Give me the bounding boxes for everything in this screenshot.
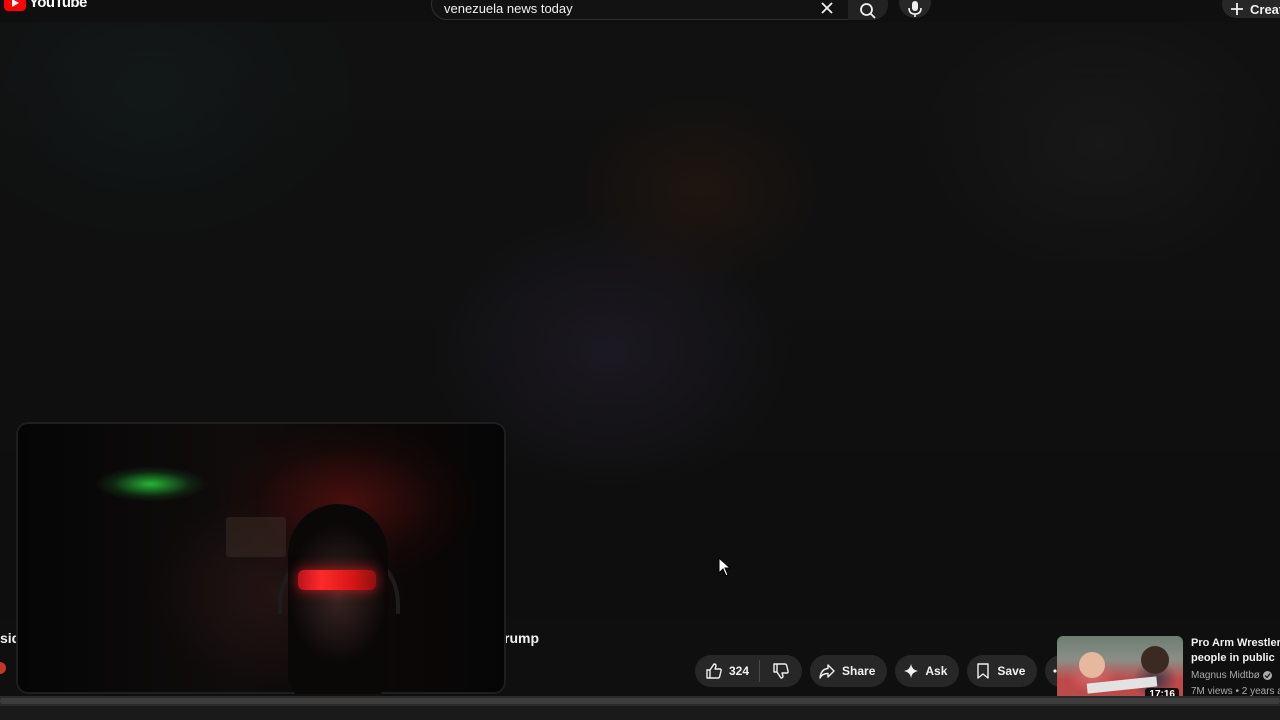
thumb-up-icon [706,663,722,679]
webcam-overlay [16,422,506,694]
plus-icon [1231,3,1243,15]
recommended-title-line: Pro Arm Wrestler V [1191,637,1280,649]
recommended-channel[interactable]: Magnus Midtbø [1191,670,1272,681]
thumbnail-person [1079,652,1105,678]
dislike-button[interactable] [760,655,802,687]
recommended-thumbnail[interactable]: 17:16 [1057,636,1183,704]
masthead: YouTube ··· venezuela news today Create [0,0,1280,22]
cursor-icon [718,557,732,577]
youtube-logo-icon [4,0,26,11]
video-title-fragment-end: rump [504,630,539,646]
ask-label: Ask [925,664,948,678]
share-icon [819,664,835,679]
mic-icon [908,1,922,17]
search-input[interactable]: venezuela news today [444,1,573,16]
scrollbar-thumb[interactable] [0,698,1280,704]
create-button[interactable]: Create [1222,0,1280,18]
clear-icon[interactable] [818,0,836,17]
save-button[interactable]: Save [967,655,1038,687]
webcam-glasses [298,570,376,590]
channel-avatar[interactable] [0,662,6,674]
save-label: Save [997,664,1026,678]
like-count: 324 [729,664,750,678]
search-icon [860,3,876,19]
share-button[interactable]: Share [810,655,888,687]
webcam-background-object [226,517,286,557]
search-box[interactable]: venezuela news today [431,0,888,20]
bottom-strip [0,706,1280,720]
bookmark-icon [977,663,990,679]
voice-search-button[interactable] [899,0,931,18]
youtube-watch-page: YouTube ··· venezuela news today Create [0,0,1280,720]
create-label: Create [1250,1,1280,17]
webcam-person [288,504,388,694]
recommended-title-line: people in public [1191,652,1275,664]
logo-text: YouTube [29,0,87,11]
horizontal-scrollbar[interactable] [0,696,1280,706]
thumbnail-person [1141,646,1169,674]
share-label: Share [842,664,876,678]
action-bar: 324 Share Ask Save [695,655,1078,687]
recommended-title[interactable]: Pro Arm Wrestler V people in public [1191,636,1280,666]
thumb-down-icon [773,663,789,679]
like-dislike-group: 324 [695,655,803,687]
search-button[interactable] [848,0,888,20]
verified-icon [1262,671,1272,680]
like-button[interactable]: 324 [695,655,759,687]
ask-button[interactable]: Ask [895,655,960,687]
sparkle-icon [904,664,919,678]
youtube-logo[interactable]: YouTube ··· [4,0,97,11]
channel-name: Magnus Midtbø [1191,670,1260,681]
